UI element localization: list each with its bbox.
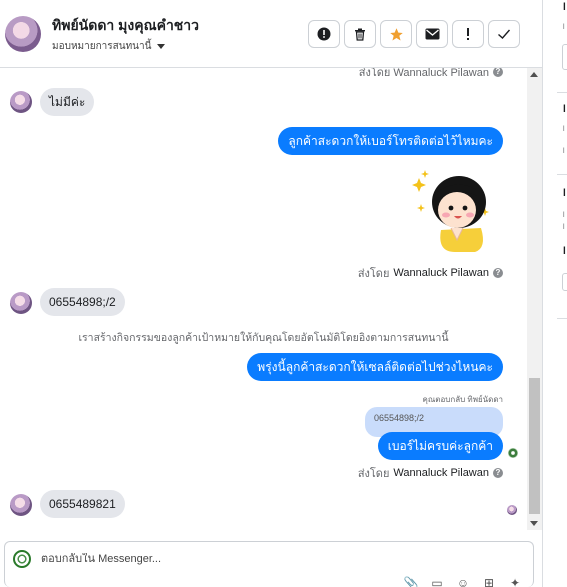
assign-label: มอบหมายการสนทนานี้: [52, 41, 152, 52]
panel-fragment: l: [563, 24, 565, 31]
trash-icon: [355, 28, 365, 41]
outgoing-reply-message[interactable]: เบอร์ไม่ครบค่ะลูกค้า: [377, 432, 503, 460]
divider: [557, 92, 567, 93]
sticker-girl-praying[interactable]: [411, 168, 493, 252]
help-icon[interactable]: ?: [493, 468, 503, 478]
sent-by-label: ส่งโดย Wannaluck Pilawan ?: [358, 464, 503, 482]
seen-indicator-icon: [508, 448, 518, 458]
panel-fragment: l: [563, 212, 565, 219]
incoming-message[interactable]: 06554898;/2: [40, 288, 125, 316]
scrollbar-thumb[interactable]: [529, 378, 540, 514]
read-receipt-avatar: [507, 505, 517, 515]
mark-unread-button[interactable]: [416, 20, 448, 48]
panel-fragment: l: [563, 246, 566, 257]
panel-input-fragment[interactable]: [562, 273, 567, 291]
sent-by-prefix: ส่งโดย: [357, 268, 390, 280]
panel-fragment: l: [563, 148, 565, 155]
scroll-up-arrow-icon[interactable]: [530, 72, 538, 77]
panel-fragment: l: [563, 2, 566, 13]
contact-avatar[interactable]: [5, 16, 41, 52]
contact-avatar-small: [10, 494, 32, 516]
sent-by-prefix: ส่งโดย: [357, 468, 390, 480]
panel-fragment: l: [563, 188, 566, 199]
sender-name: Wannaluck Pilawan: [393, 467, 489, 479]
reply-input[interactable]: [41, 553, 511, 565]
contact-avatar-small: [10, 91, 32, 113]
caret-down-icon: [157, 44, 166, 49]
divider: [557, 318, 567, 319]
quoted-text: 06554898;/2: [374, 413, 425, 423]
system-notice: เราสร้างกิจกรรมของลูกค้าเป้าหมายให้กับคุ…: [78, 332, 449, 344]
delete-button[interactable]: [344, 20, 376, 48]
thread-scrollbar[interactable]: [527, 68, 542, 530]
sender-name: Wannaluck Pilawan: [393, 267, 489, 279]
exclamation-icon: [467, 28, 469, 40]
star-icon: [389, 27, 403, 40]
reply-composer: 📎 ▭ ☺ ⊞ ✦: [4, 541, 534, 587]
envelope-icon: [425, 28, 439, 40]
help-icon[interactable]: ?: [493, 268, 503, 278]
sent-by-label: ส่งโดย Wannaluck Pilawan ?: [358, 264, 503, 282]
spam-button[interactable]: [308, 20, 340, 48]
incoming-message[interactable]: 0655489821: [40, 490, 125, 518]
panel-fragment: l: [563, 224, 565, 231]
saved-reply-icon[interactable]: ▭: [429, 577, 445, 587]
outgoing-message[interactable]: พรุ่งนี้ลูกค้าสะดวกให้เซลล์ติดต่อไปช่วงไ…: [247, 353, 503, 381]
sparkle-ai-icon[interactable]: ✦: [507, 577, 523, 587]
checkmark-icon: [498, 29, 511, 39]
follow-up-button[interactable]: [452, 20, 484, 48]
incoming-message[interactable]: ไม่มีค่ะ: [40, 88, 95, 116]
message-thread[interactable]: ส่งโดย Wannaluck Pilawan ? ไม่มีค่ะ ลูกค…: [0, 68, 527, 530]
attachment-icon[interactable]: 📎: [403, 577, 419, 587]
assign-conversation-dropdown[interactable]: มอบหมายการสนทนานี้: [52, 39, 166, 54]
outgoing-message[interactable]: ลูกค้าสะดวกให้เบอร์โทรติดต่อไว้ไหมคะ: [278, 127, 503, 155]
contact-avatar-small: [10, 292, 32, 314]
panel-fragment: l: [563, 126, 565, 133]
inbox-conversation-view: ทิพย์นัดดา มุงคุณคำชาว มอบหมายการสนทนานี…: [0, 0, 567, 587]
conversation-header: ทิพย์นัดดา มุงคุณคำชาว มอบหมายการสนทนานี…: [0, 0, 542, 68]
scroll-down-arrow-icon[interactable]: [530, 521, 538, 526]
alert-circle-icon: [317, 27, 331, 41]
help-icon[interactable]: ?: [493, 68, 503, 77]
panel-input-fragment[interactable]: [562, 44, 567, 70]
contact-details-panel: l l l l l l l l l: [542, 0, 567, 587]
page-profile-icon: [13, 550, 31, 568]
divider: [557, 174, 567, 175]
panel-fragment: l: [563, 104, 566, 115]
contact-name[interactable]: ทิพย์นัดดา มุงคุณคำชาว: [52, 15, 199, 37]
emoji-icon[interactable]: ☺: [455, 577, 471, 587]
sent-by-label: ส่งโดย Wannaluck Pilawan ?: [359, 68, 503, 81]
add-media-icon[interactable]: ⊞: [481, 577, 497, 587]
star-button[interactable]: [380, 20, 412, 48]
reply-context-label: คุณตอบกลับ ทิพย์นัดดา: [422, 395, 503, 404]
mark-done-button[interactable]: [488, 20, 520, 48]
